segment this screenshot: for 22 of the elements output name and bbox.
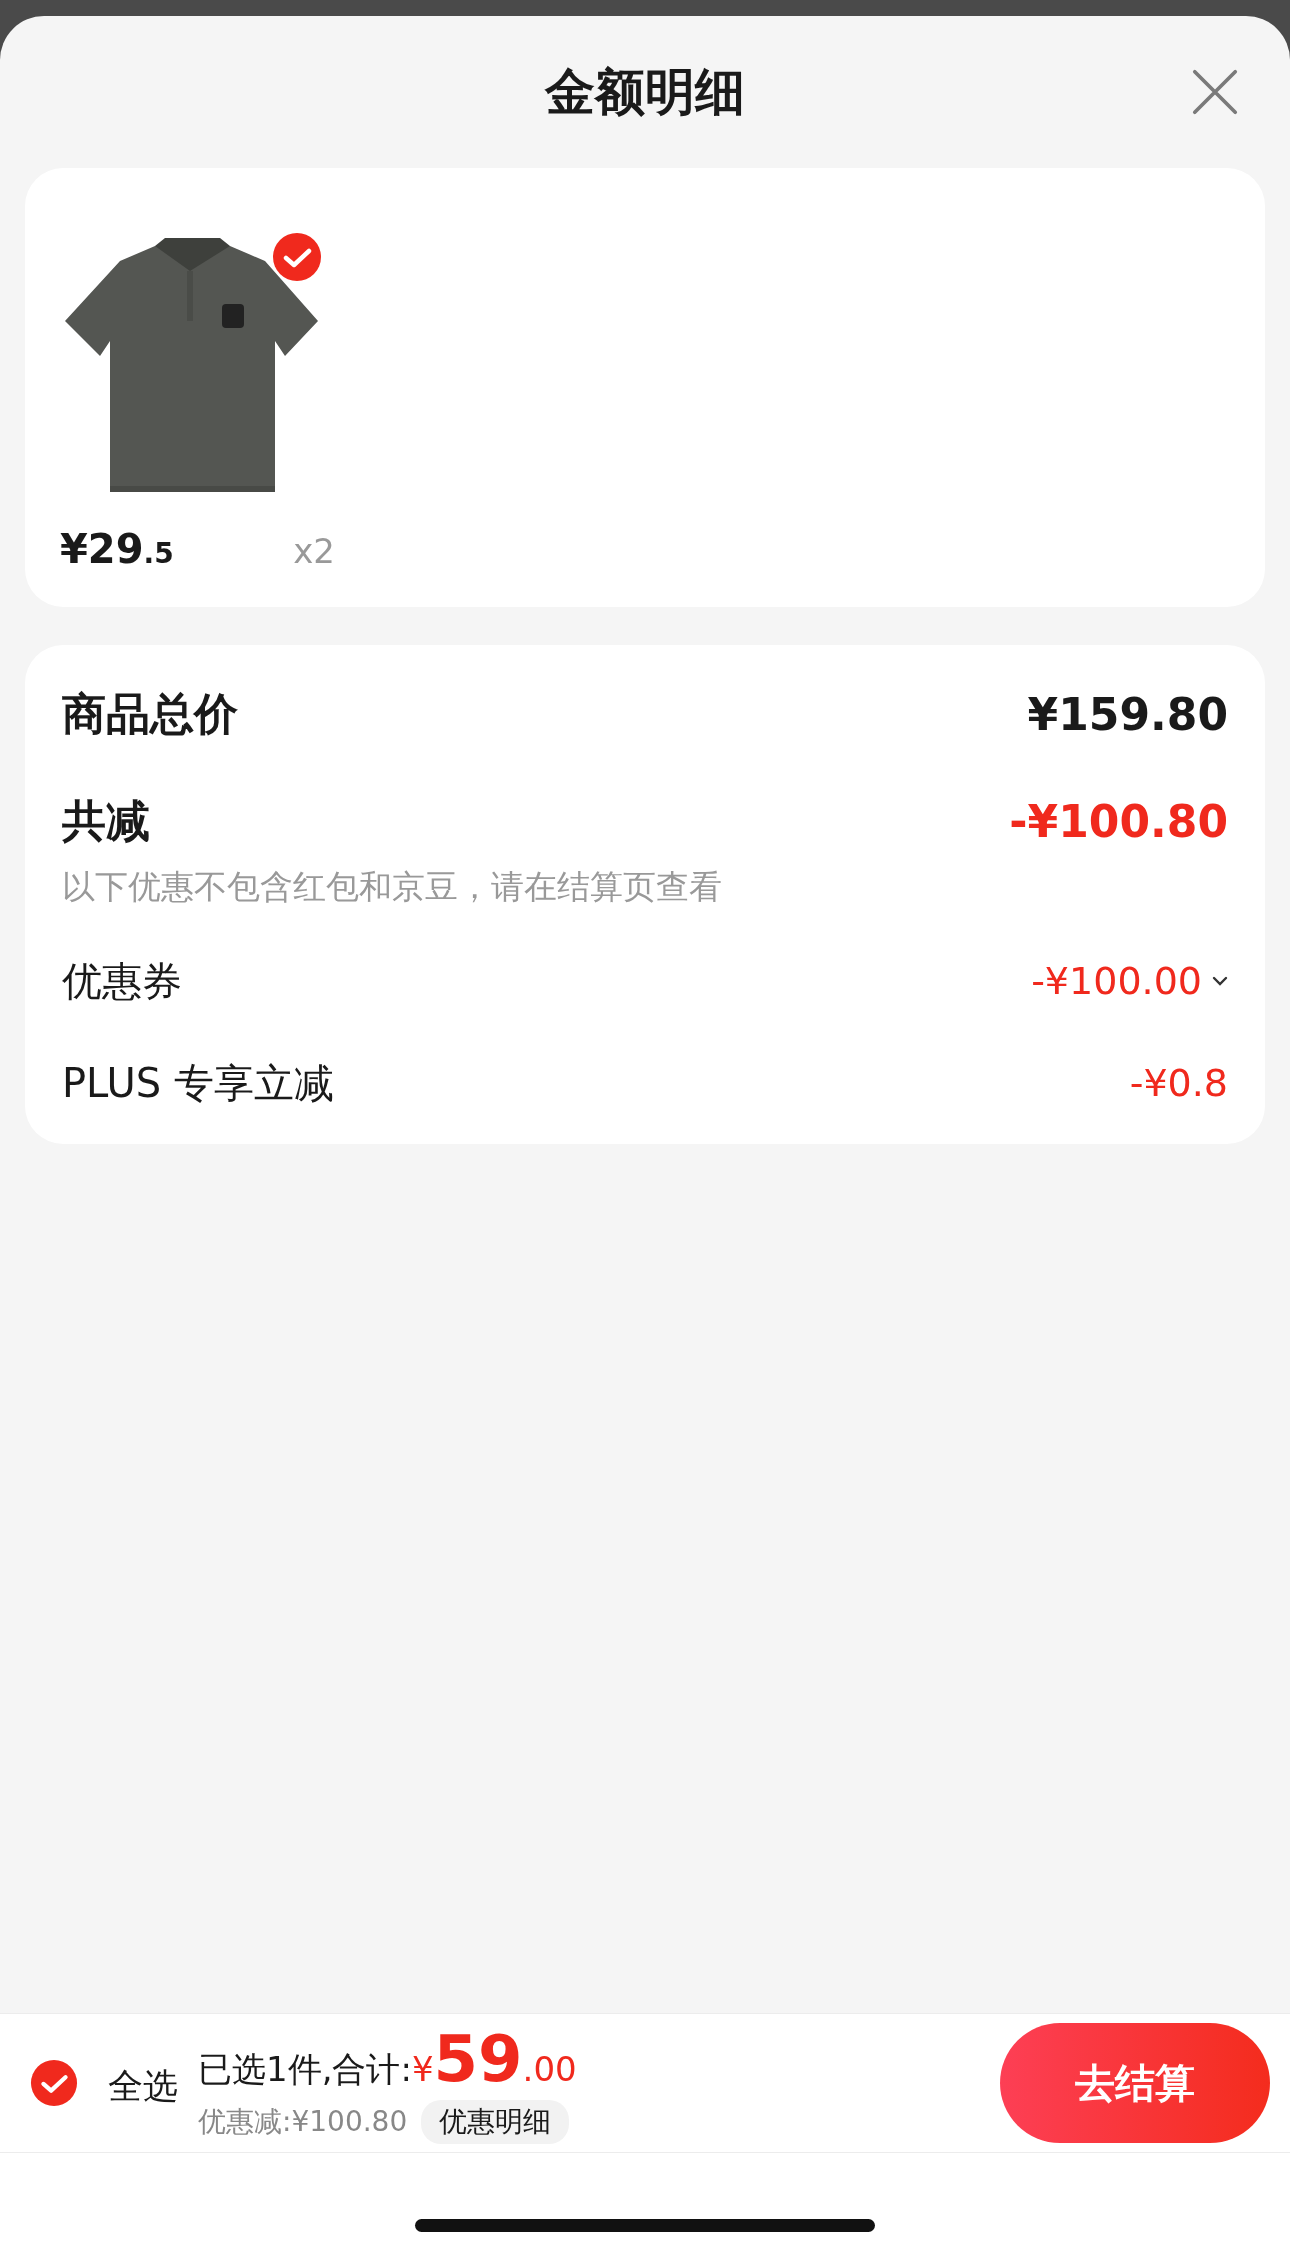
total-value: ¥159.80 (1027, 689, 1228, 740)
product-price: ¥29.5 (60, 526, 174, 572)
discount-label: 优惠券 (62, 956, 182, 1006)
discount-summary: 优惠减:¥100.80 (198, 2104, 408, 2140)
select-all-checkbox[interactable] (30, 2059, 78, 2107)
discount-value: -¥100.00 (1031, 959, 1202, 1003)
reduction-label: 共减 (62, 794, 150, 848)
discount-detail-button[interactable]: 优惠明细 (421, 2100, 570, 2144)
checkbox[interactable] (272, 232, 322, 282)
total-label: 商品总价 (62, 687, 238, 741)
total-amount: ¥59.00 (411, 2022, 577, 2096)
selection-summary: 已选1件,合计: (198, 2048, 412, 2091)
close-icon[interactable] (1192, 69, 1238, 115)
reduction-value: -¥100.80 (1009, 796, 1228, 847)
discount-value: -¥0.8 (1129, 1061, 1228, 1105)
chevron-down-icon[interactable] (1212, 976, 1228, 986)
select-all-label[interactable]: 全选 (108, 2062, 178, 2110)
sheet-title: 金额明细 (545, 61, 745, 123)
discount-label: PLUS 专享立减 (62, 1058, 334, 1108)
quantity-label: x2 (293, 531, 335, 571)
reduction-note: 以下优惠不包含红包和京豆，请在结算页查看 (62, 866, 723, 908)
checkout-button[interactable]: 去结算 (1000, 2023, 1270, 2143)
